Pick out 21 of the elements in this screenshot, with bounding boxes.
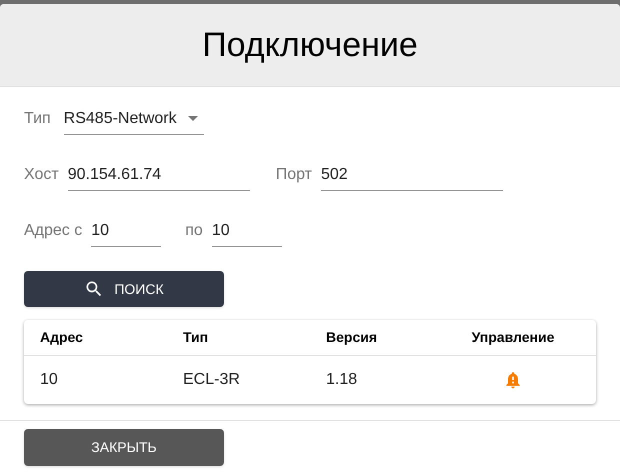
column-header: Версия xyxy=(326,328,378,344)
type-dropdown[interactable]: RS485-Network xyxy=(64,103,204,135)
input-field[interactable]: 10 xyxy=(91,215,162,247)
field-label: по xyxy=(185,221,203,241)
search-button[interactable]: ПОИСК xyxy=(24,271,224,307)
dropdown-caret-icon xyxy=(188,116,198,121)
input-field[interactable]: 90.154.61.74 xyxy=(68,159,250,191)
dialog-title: Подключение xyxy=(202,24,418,66)
close-button[interactable]: ЗАКРЫТЬ xyxy=(24,429,224,466)
field-label: Тип xyxy=(24,109,51,129)
column-header: Адрес xyxy=(40,328,83,344)
input-field[interactable]: 502 xyxy=(321,159,503,191)
table-cell: ECL-3R xyxy=(183,371,240,388)
column-header: Управление xyxy=(472,328,554,347)
input-field[interactable]: 10 xyxy=(212,215,282,247)
field-label: Адрес с xyxy=(24,221,82,241)
field-label: Хост xyxy=(24,165,59,185)
column-header: Тип xyxy=(183,328,208,344)
field-label: Порт xyxy=(276,165,312,185)
table-cell: 1.18 xyxy=(326,371,358,388)
table-cell: 10 xyxy=(40,371,58,388)
